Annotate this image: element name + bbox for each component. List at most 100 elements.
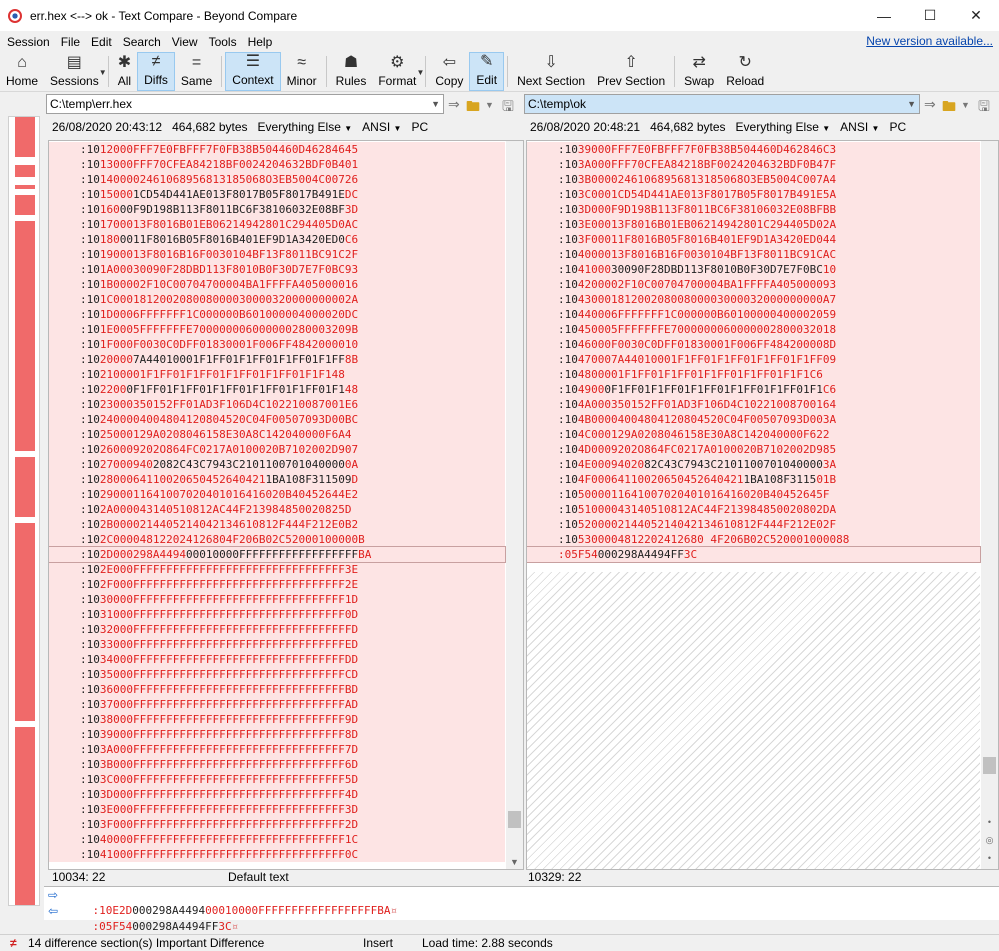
edit-button[interactable]: ✎ Edit bbox=[469, 52, 505, 91]
home-button[interactable]: ⌂ Home bbox=[0, 52, 44, 91]
minimize-button[interactable]: — bbox=[861, 0, 907, 31]
left-text-line[interactable]: :102900011641007020401016416020B40452644… bbox=[49, 487, 505, 502]
chevron-down-icon[interactable]: ▼ bbox=[416, 68, 424, 77]
difference-overview[interactable] bbox=[8, 116, 40, 906]
left-folder-icon[interactable]: 🖿 bbox=[466, 96, 480, 120]
left-text-line[interactable]: :10150001CD54D441AE013F8017B05F8017B491E… bbox=[49, 187, 505, 202]
left-text-line[interactable]: :1033000FFFFFFFFFFFFFFFFFFFFFFFFFFFFFFFF… bbox=[49, 637, 505, 652]
left-text-line[interactable]: :102A000043140510812AC44F213984850020825… bbox=[49, 502, 505, 517]
left-text-line[interactable]: :1016000F9D198B113F8011BC6F38106032E08BF… bbox=[49, 202, 505, 217]
right-text-line[interactable]: :103D000F9D198B113F8011BC6F38106032E08BF… bbox=[527, 202, 980, 217]
right-folder-icon[interactable]: 🖿 bbox=[942, 96, 956, 120]
right-text-line[interactable]: :103B00002461068956813185068O3EB5004C007… bbox=[527, 172, 980, 187]
left-text-line[interactable]: :101C00018120020800800003000032000000000… bbox=[49, 292, 505, 307]
left-text-line[interactable]: :102C000048122024126804F206B02C520001000… bbox=[49, 532, 505, 547]
left-scroll-thumb[interactable] bbox=[508, 811, 521, 828]
right-text-line[interactable]: :104B00004004804120804520C04F00507093D00… bbox=[527, 412, 980, 427]
left-text-line[interactable]: :102D000298A449400010000FFFFFFFFFFFFFFFF… bbox=[49, 546, 506, 563]
right-nav-arrow-icon[interactable]: ⇒ bbox=[924, 96, 936, 113]
right-encoding-select[interactable]: ANSI ▼ bbox=[840, 118, 879, 136]
left-encoding-select[interactable]: ANSI ▼ bbox=[362, 118, 401, 136]
line-details-pane[interactable]: ⇨:10E2D000298A449400010000FFFFFFFFFFFFFF… bbox=[44, 886, 999, 933]
left-horizontal-scrollbar[interactable] bbox=[425, 871, 524, 885]
scroll-down-icon[interactable]: ▼ bbox=[506, 857, 523, 867]
left-text-line[interactable]: :103A000FFFFFFFFFFFFFFFFFFFFFFFFFFFFFFFF… bbox=[49, 742, 505, 757]
right-horizontal-scrollbar[interactable] bbox=[900, 871, 999, 885]
left-text-line[interactable]: :103E000FFFFFFFFFFFFFFFFFFFFFFFFFFFFFFFF… bbox=[49, 802, 505, 817]
right-text-line[interactable]: :104200002F10C00704700004BA1FFFFA4050000… bbox=[527, 277, 980, 292]
right-text-line[interactable]: :105300004812202412680 4F206B02C52000100… bbox=[527, 532, 980, 547]
left-path-input[interactable]: C:\temp\err.hex ▼ bbox=[46, 94, 444, 114]
left-text-line[interactable]: :102100001F1FF01F1FF01F1FF01F1FF01F1F148 bbox=[49, 367, 505, 382]
left-text-line[interactable]: :1030000FFFFFFFFFFFFFFFFFFFFFFFFFFFFFFFF… bbox=[49, 592, 505, 607]
same-button[interactable]: = Same bbox=[175, 52, 218, 91]
format-button[interactable]: ⚙ Format ▼ bbox=[372, 52, 424, 91]
diffs-button[interactable]: ≠ Diffs bbox=[137, 52, 175, 91]
minor-button[interactable]: ≈ Minor bbox=[281, 52, 323, 91]
all-button[interactable]: ✱ All bbox=[112, 52, 137, 91]
sessions-button[interactable]: ▤ Sessions ▼ bbox=[44, 52, 107, 91]
right-folder-dropdown-icon[interactable]: ▼ bbox=[961, 100, 970, 110]
left-text-line[interactable]: :102E000FFFFFFFFFFFFFFFFFFFFFFFFFFFFFFFF… bbox=[49, 562, 505, 577]
menu-session[interactable]: Session bbox=[0, 35, 54, 49]
left-save-icon[interactable]: 🖫 bbox=[502, 96, 514, 120]
close-button[interactable]: ✕ bbox=[953, 0, 999, 31]
context-button[interactable]: ☰ Context bbox=[225, 52, 281, 91]
left-text-line[interactable]: :1022000F1FF01F1FF01F1FF01F1FF01F1FF01F1… bbox=[49, 382, 505, 397]
left-text-line[interactable]: :103F000FFFFFFFFFFFFFFFFFFFFFFFFFFFFFFFF… bbox=[49, 817, 505, 832]
left-text-line[interactable]: :1037000FFFFFFFFFFFFFFFFFFFFFFFFFFFFFFFF… bbox=[49, 697, 505, 712]
left-text-line[interactable]: :103C000FFFFFFFFFFFFFFFFFFFFFFFFFFFFFFFF… bbox=[49, 772, 505, 787]
prev-section-button[interactable]: ⇧ Prev Section bbox=[591, 52, 671, 91]
right-text-line[interactable]: :103A000FFF70CFEA84218BF0024204632BDF0B4… bbox=[527, 157, 980, 172]
left-vertical-scrollbar[interactable]: ▼ bbox=[506, 141, 523, 869]
right-text-line[interactable]: :1039000FFF7E0FBFFF7F0FB38B504460D462846… bbox=[527, 142, 980, 157]
left-text-line[interactable]: :101400002461068956813185068O3EB5004C007… bbox=[49, 172, 505, 187]
left-text-line[interactable]: :1012000FFF7E0FBFFF7F0FB38B504460D462846… bbox=[49, 142, 505, 157]
left-text-line[interactable]: :1038000FFFFFFFFFFFFFFFFFFFFFFFFFFFFFFFF… bbox=[49, 712, 505, 727]
left-text-line[interactable]: :1025000129A0208046158E30A8C142040000F6A… bbox=[49, 427, 505, 442]
left-text-pane[interactable]: :10 12000FFF7E0FBFFF7F0FB38B504460D462846… bbox=[48, 140, 524, 870]
left-text-line[interactable]: :1039000FFFFFFFFFFFFFFFFFFFFFFFFFFFFFFFF… bbox=[49, 727, 505, 742]
right-text-line[interactable]: :10520000214405214042134610812F444F212E0… bbox=[527, 517, 980, 532]
left-text-line[interactable]: :101700013F8016B01EB06214942801C294405D0… bbox=[49, 217, 505, 232]
right-scroll-thumb[interactable] bbox=[983, 757, 996, 774]
right-text-line[interactable]: :104D0009202O864FC0217A0100020B7102002D9… bbox=[527, 442, 980, 457]
right-text-line[interactable]: :103C0001CD54D441AE013F8017B05F8017B491E… bbox=[527, 187, 980, 202]
right-text-line[interactable]: :1051000043140510812AC44F213984850020802… bbox=[527, 502, 980, 517]
left-text-line[interactable]: :10270009402082C43C7943C2101100701040000… bbox=[49, 457, 505, 472]
right-text-line[interactable]: :104100030090F28DBD113F8010B0F30D7E7F0BC… bbox=[527, 262, 980, 277]
new-version-link[interactable]: New version available... bbox=[866, 34, 993, 48]
menu-file[interactable]: File bbox=[54, 35, 84, 49]
left-text-line[interactable]: :101900013F8016B16F0030104BF13F8011BC91C… bbox=[49, 247, 505, 262]
left-eol-label[interactable]: PC bbox=[411, 118, 428, 136]
prev-diff-icon[interactable]: • bbox=[981, 853, 998, 863]
left-text-line[interactable]: :101F000F0030C0DFF01830001F006FF48420000… bbox=[49, 337, 505, 352]
left-text-line[interactable]: :102400004004804120804520C04F00507093D00… bbox=[49, 412, 505, 427]
left-text-line[interactable]: :1035000FFFFFFFFFFFFFFFFFFFFFFFFFFFFFFFF… bbox=[49, 667, 505, 682]
right-path-input[interactable]: C:\temp\ok ▼ bbox=[524, 94, 920, 114]
left-folder-dropdown-icon[interactable]: ▼ bbox=[485, 100, 494, 110]
right-text-line[interactable]: :05F54000298A4494FF3C bbox=[527, 546, 981, 563]
left-text-line[interactable]: :10200007A44010001F1FF01F1FF01F1FF01F1FF… bbox=[49, 352, 505, 367]
right-eol-label[interactable]: PC bbox=[889, 118, 906, 136]
menu-view[interactable]: View bbox=[165, 35, 202, 49]
left-text-format[interactable]: Default text bbox=[228, 870, 289, 885]
left-text-line[interactable]: :1031000FFFFFFFFFFFFFFFFFFFFFFFFFFFFFFFF… bbox=[49, 607, 505, 622]
right-text-line[interactable]: :10470007A44010001F1FF01F1FF01F1FF01F1FF… bbox=[527, 352, 980, 367]
right-text-line[interactable]: :103F00011F8016B05F8016B401EF9D1A3420ED0… bbox=[527, 232, 980, 247]
left-nav-arrow-icon[interactable]: ⇒ bbox=[448, 96, 460, 113]
menu-edit[interactable]: Edit bbox=[84, 35, 116, 49]
left-text-line[interactable]: :1013000FFF70CFEA84218BF0024204632BDF0B4… bbox=[49, 157, 505, 172]
left-text-line[interactable]: :1034000FFFFFFFFFFFFFFFFFFFFFFFFFFFFFFFF… bbox=[49, 652, 505, 667]
right-text-line[interactable]: :104C000129A0208046158E30A8C142040000F62… bbox=[527, 427, 980, 442]
right-text-line[interactable]: :104F000641100206504526404211BA108F31150… bbox=[527, 472, 980, 487]
right-text-pane[interactable]: :1039000FFF7E0FBFFF7F0FB38B504460D462846… bbox=[526, 140, 999, 870]
copy-button[interactable]: ⇦ Copy bbox=[429, 52, 469, 91]
left-text-line[interactable]: :1041000FFFFFFFFFFFFFFFFFFFFFFFFFFFFFFFF… bbox=[49, 847, 505, 862]
chevron-down-icon[interactable]: ▼ bbox=[907, 95, 916, 113]
left-text-line[interactable]: :101800011F8016B05F8016B401EF9D1A3420ED0… bbox=[49, 232, 505, 247]
left-text-line[interactable]: :1040000FFFFFFFFFFFFFFFFFFFFFFFFFFFFFFFF… bbox=[49, 832, 505, 847]
left-text-line[interactable]: :1028000641100206504526404211BA108F31150… bbox=[49, 472, 505, 487]
swap-button[interactable]: ⇄ Swap bbox=[678, 52, 720, 91]
left-text-line[interactable]: :103B000FFFFFFFFFFFFFFFFFFFFFFFFFFFFFFFF… bbox=[49, 757, 505, 772]
